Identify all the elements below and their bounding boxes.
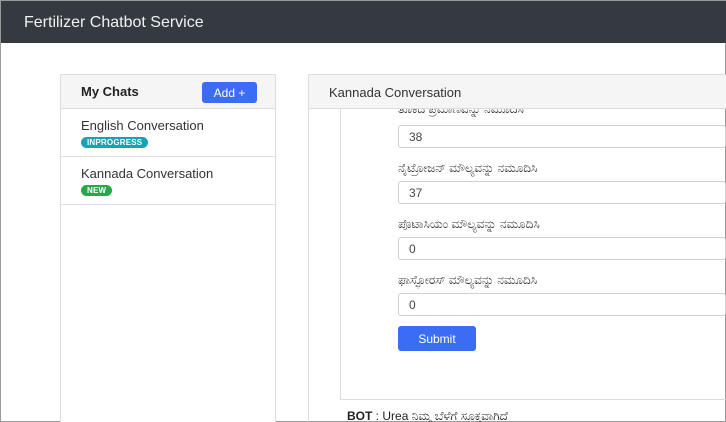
navbar: Fertilizer Chatbot Service [1,1,726,43]
submit-button[interactable]: Submit [398,326,476,351]
nitrogen-label: ನೈಟ್ರೋಜನ್ ಮೌಲ್ಯವನ್ನು ನಮೂದಿಸಿ [398,161,538,175]
potassium-input[interactable] [398,237,726,260]
chat-item-name: English Conversation [81,118,204,133]
bot-message: BOT : Urea ನಿಮ್ಮ ಬೆಳೆಗೆ ಸೂಕ್ತವಾಗಿದೆ [347,409,508,422]
nitrogen-input[interactable] [398,181,726,204]
conversation-panel: Kannada Conversation ತೂಕದ ಪ್ರಮಾಣವನ್ನು ನಮ… [308,74,726,422]
chat-item-english[interactable]: English Conversation INPROGRESS [61,109,275,157]
bot-separator: : [372,409,383,422]
bot-sender: BOT [347,409,373,422]
bot-form: ತೂಕದ ಪ್ರಮಾಣವನ್ನು ನಮೂದಿಸಿ ನೈಟ್ರೋಜನ್ ಮೌಲ್ಯ… [340,109,726,400]
chat-item-kannada[interactable]: Kannada Conversation NEW [61,157,275,205]
weight-input[interactable] [398,125,726,148]
chat-sidebar: My Chats Add + English Conversation INPR… [60,74,276,422]
status-badge-inprogress: INPROGRESS [81,137,149,148]
potassium-label: ಪೊಟಾಸಿಯಂ ಮೌಲ್ಯವನ್ನು ನಮೂದಿಸಿ [398,217,540,231]
add-chat-button[interactable]: Add + [202,82,257,103]
weight-label: ತೂಕದ ಪ್ರಮಾಣವನ್ನು ನಮೂದಿಸಿ [398,109,524,116]
sidebar-header: My Chats Add + [61,75,275,109]
bot-message-text: Urea ನಿಮ್ಮ ಬೆಳೆಗೆ ಸೂಕ್ತವಾಗಿದೆ [382,409,508,422]
conversation-title: Kannada Conversation [309,75,726,109]
sidebar-title: My Chats [81,84,139,99]
phosphorus-label: ಫಾಸ್ಫೋರಸ್ ಮೌಲ್ಯವನ್ನು ನಮೂದಿಸಿ [398,273,538,287]
phosphorus-input[interactable] [398,293,726,316]
app-title: Fertilizer Chatbot Service [24,14,204,31]
status-badge-new: NEW [81,185,113,196]
chat-item-name: Kannada Conversation [81,166,214,181]
